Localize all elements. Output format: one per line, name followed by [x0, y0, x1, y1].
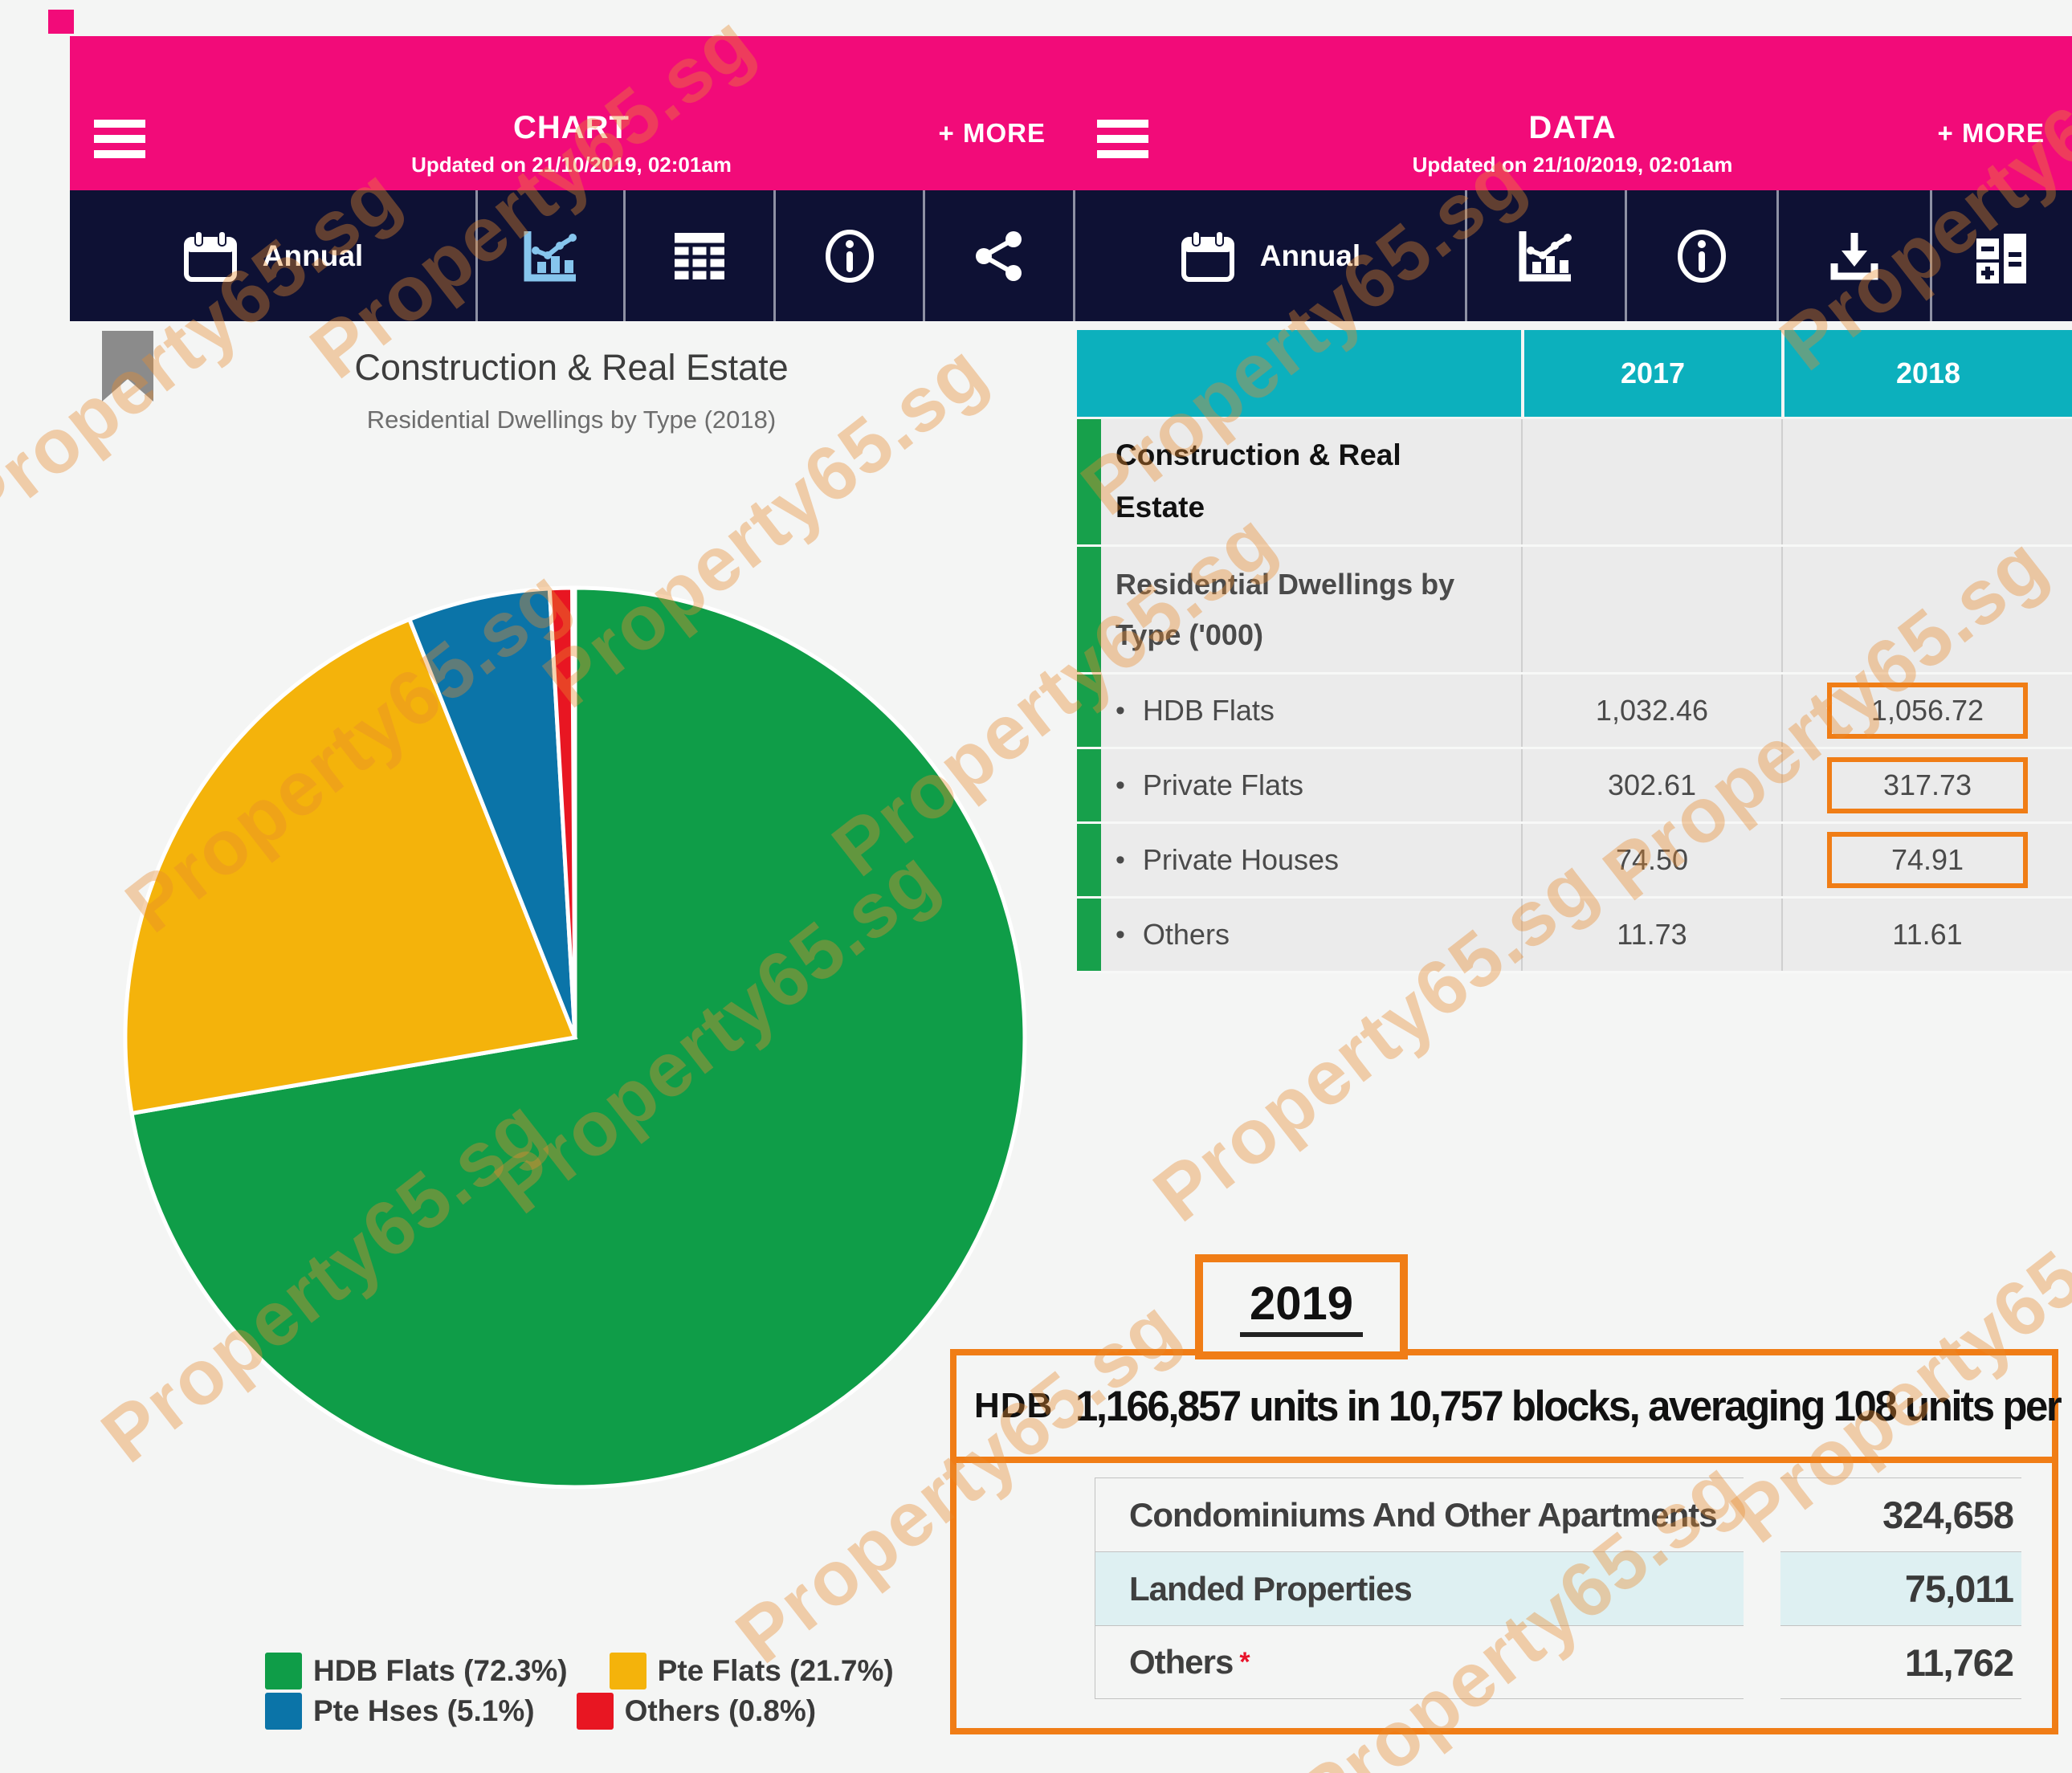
more-button[interactable]: + MORE [1938, 118, 2045, 149]
value-2018: 11.61 [1781, 899, 2072, 971]
period-label: Annual [263, 239, 363, 273]
app-header: CHART Updated on 21/10/2019, 02:01am + M… [70, 36, 2072, 190]
calculator-icon [1975, 226, 2029, 287]
legend-label: Pte Hses (5.1%) [313, 1694, 535, 1728]
period-label: Annual [1260, 239, 1360, 273]
legend-swatch [577, 1693, 614, 1730]
legend-swatch [265, 1693, 302, 1730]
breakdown-row: Condominiums And Other Apartments 324,65… [1095, 1478, 2021, 1551]
value-2017: 1,032.46 [1521, 675, 1781, 747]
breakdown-value: 11,762 [1780, 1625, 2021, 1699]
updated-timestamp: Updated on 21/10/2019, 02:01am [70, 153, 1073, 177]
value-2017: 302.61 [1521, 749, 1781, 821]
subsection-label: Residential Dwellings by Type ('000) [1077, 547, 1521, 672]
section-label: Construction & Real Estate [1077, 419, 1521, 544]
dwelling-breakdown-table: Condominiums And Other Apartments 324,65… [1095, 1478, 2021, 1699]
info-button[interactable] [1625, 190, 1776, 321]
app-window: Property65.sg Property65.sg Property65.s… [0, 0, 2072, 1773]
legend-item-pte-flats[interactable]: Pte Flats (21.7%) [610, 1653, 894, 1689]
toolbar: Annual [70, 190, 2072, 321]
legend-swatch [265, 1653, 302, 1689]
panel-title: DATA [1073, 110, 2072, 146]
hdb-units-text: 1,166,857 units in 10,757 blocks, averag… [1075, 1382, 2072, 1431]
row-label: Private Flats [1077, 749, 1521, 821]
hdb-summary-band: HDB 1,166,857 units in 10,757 blocks, av… [956, 1355, 2052, 1463]
legend-swatch [610, 1653, 646, 1689]
chart-title: Construction & Real Estate [70, 347, 1073, 389]
breakdown-label: Condominiums And Other Apartments [1129, 1496, 1717, 1535]
pie-chart [117, 580, 1033, 1495]
breakdown-row: Landed Properties 75,011 [1095, 1551, 2021, 1625]
row-label: HDB Flats [1077, 675, 1521, 747]
download-button[interactable] [1776, 190, 1930, 321]
value-2018: 1,056.72 [1781, 675, 2072, 747]
breakdown-value: 75,011 [1780, 1551, 2021, 1625]
data-table: 2017 2018 Construction & Real Estate Res… [1077, 330, 2072, 973]
calendar-icon [1180, 230, 1236, 283]
table-icon [673, 231, 726, 281]
info-icon [1674, 229, 1729, 283]
table-row: HDB Flats 1,032.46 1,056.72 [1077, 675, 2072, 749]
table-row: Private Houses 74.50 74.91 [1077, 824, 2072, 899]
table-view-button[interactable] [623, 190, 773, 321]
legend-label: HDB Flats (72.3%) [313, 1654, 568, 1688]
table-row: Others 11.73 11.61 [1077, 899, 2072, 973]
highlight-box: 1,056.72 [1827, 683, 2028, 739]
hdb-label: HDB [974, 1386, 1053, 1426]
chart-subtitle: Residential Dwellings by Type (2018) [70, 406, 1073, 434]
row-label: Others [1077, 899, 1521, 971]
corner-artifact [48, 10, 74, 34]
legend-item-hdb-flats[interactable]: HDB Flats (72.3%) [265, 1653, 568, 1689]
panel-title: CHART [70, 110, 1073, 146]
legend-item-pte-hses[interactable]: Pte Hses (5.1%) [265, 1693, 535, 1730]
value-2017: 74.50 [1521, 824, 1781, 896]
highlight-box: 74.91 [1827, 832, 2028, 888]
info-button[interactable] [773, 190, 923, 321]
download-icon [1828, 230, 1881, 283]
value-2018: 74.91 [1781, 824, 2072, 896]
chart-panel-header: CHART Updated on 21/10/2019, 02:01am + M… [70, 36, 1073, 190]
bar-chart-icon [1516, 228, 1576, 284]
more-button[interactable]: + MORE [939, 118, 1046, 149]
value-2017: 11.73 [1521, 899, 1781, 971]
value-2018: 317.73 [1781, 749, 2072, 821]
table-subsection-row: Residential Dwellings by Type ('000) [1077, 547, 2072, 675]
chart-legend: HDB Flats (72.3%) Pte Flats (21.7%) Pte … [265, 1653, 972, 1730]
annotation-2019-container: HDB 1,166,857 units in 10,757 blocks, av… [950, 1349, 2058, 1734]
row-label: Private Houses [1077, 824, 1521, 896]
chart-view-button[interactable] [475, 190, 623, 321]
breakdown-label: Others [1129, 1643, 1233, 1681]
data-panel-header: DATA Updated on 21/10/2019, 02:01am + MO… [1073, 36, 2072, 190]
bar-chart-icon [521, 228, 581, 284]
breakdown-value: 324,658 [1780, 1478, 2021, 1551]
table-header-2018: 2018 [1781, 330, 2072, 417]
legend-item-others[interactable]: Others (0.8%) [577, 1693, 817, 1730]
highlight-box: 317.73 [1827, 757, 2028, 813]
table-header-2017: 2017 [1521, 330, 1781, 417]
year-label: 2019 [1240, 1277, 1363, 1337]
year-2019-box: 2019 [1195, 1254, 1408, 1359]
calculator-button[interactable] [1930, 190, 2071, 321]
table-body: Construction & Real Estate Residential D… [1077, 419, 2072, 973]
info-icon [822, 229, 877, 283]
table-section-row: Construction & Real Estate [1077, 419, 2072, 547]
chart-view-button[interactable] [1465, 190, 1625, 321]
period-selector-annual[interactable]: Annual [1073, 190, 1465, 321]
breakdown-label: Landed Properties [1129, 1570, 1412, 1608]
updated-timestamp: Updated on 21/10/2019, 02:01am [1073, 153, 2072, 177]
table-header-row: 2017 2018 [1077, 330, 2072, 417]
legend-label: Others (0.8%) [625, 1694, 817, 1728]
table-row: Private Flats 302.61 317.73 [1077, 749, 2072, 824]
breakdown-row: Others* 11,762 [1095, 1625, 2021, 1699]
share-icon [973, 230, 1026, 283]
period-selector-annual[interactable]: Annual [70, 190, 475, 321]
legend-label: Pte Flats (21.7%) [658, 1654, 894, 1688]
share-button[interactable] [923, 190, 1073, 321]
calendar-icon [182, 230, 239, 283]
table-header-blank [1077, 330, 1521, 417]
